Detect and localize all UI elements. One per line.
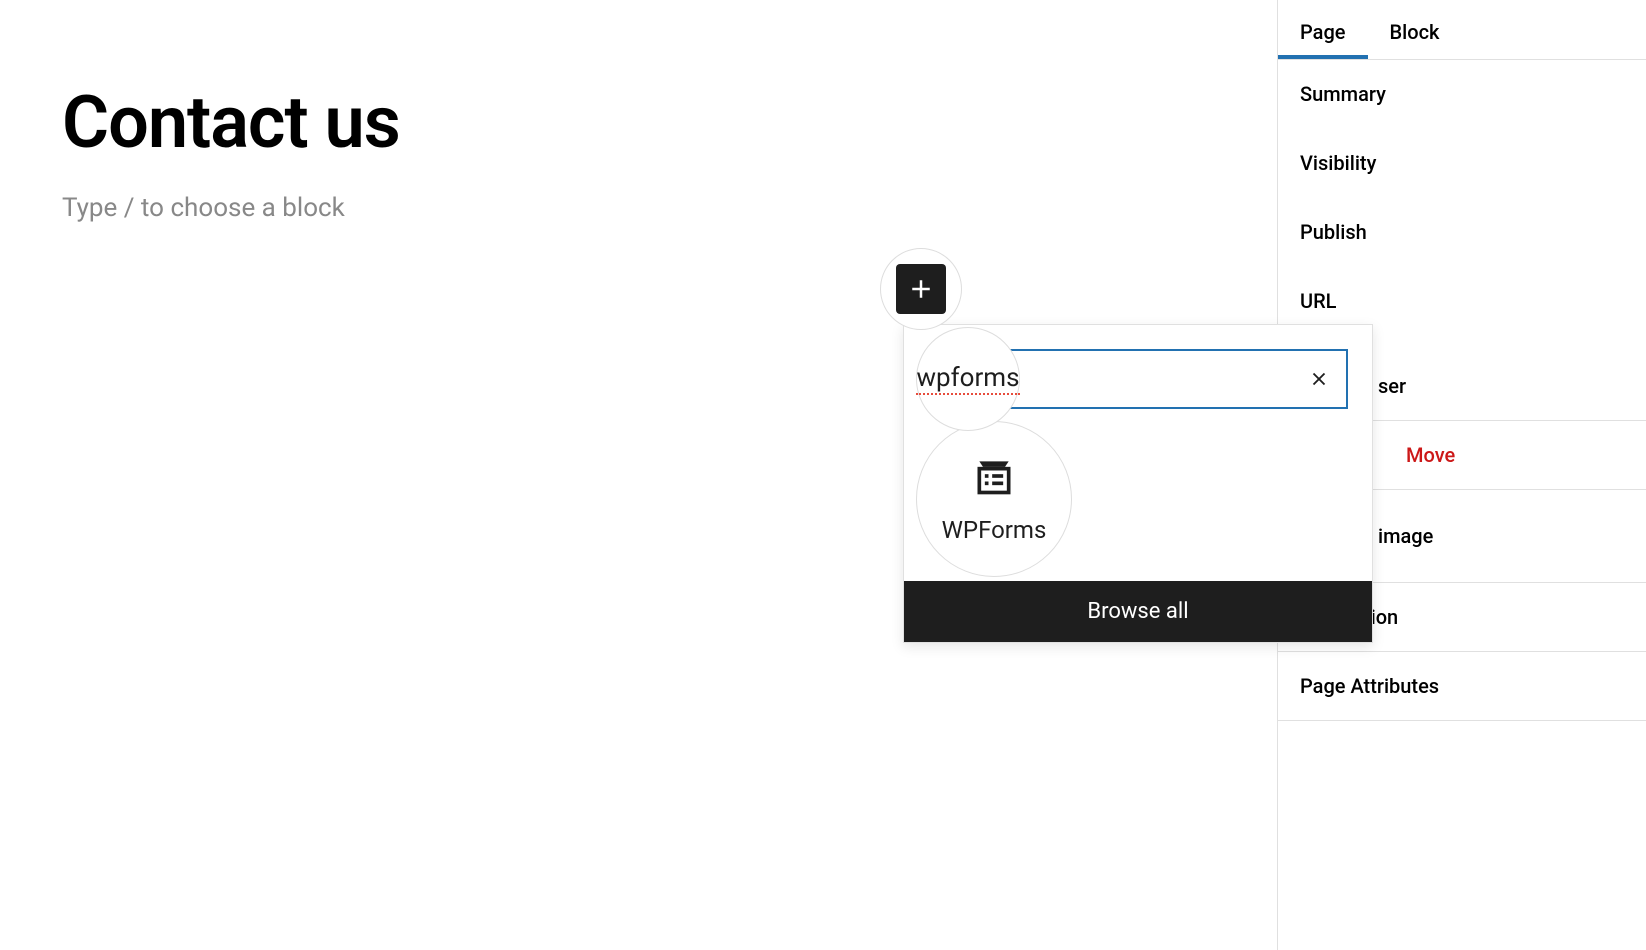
wpforms-icon: [972, 454, 1016, 498]
block-placeholder-text[interactable]: Type / to choose a block: [62, 193, 1215, 223]
tab-page[interactable]: Page: [1278, 0, 1368, 59]
plus-icon: [906, 274, 936, 304]
sidebar-tabs: Page Block: [1278, 0, 1646, 60]
add-block-circle: [880, 248, 962, 330]
block-result-label: WPForms: [942, 516, 1047, 544]
panel-summary[interactable]: Summary: [1278, 60, 1646, 129]
add-block-trigger[interactable]: [880, 248, 962, 330]
block-results: WPForms: [904, 427, 1372, 581]
panel-visibility[interactable]: Visibility: [1278, 129, 1646, 198]
search-input-value: wpforms: [916, 363, 1019, 395]
search-text-highlight: wpforms: [916, 327, 1020, 431]
block-picker-popover: wpforms WPForms Browse all: [903, 324, 1373, 643]
panel-page-attributes[interactable]: Page Attributes: [1278, 652, 1646, 721]
clear-search-button[interactable]: [1308, 367, 1330, 397]
block-search-row: wpforms: [904, 325, 1372, 427]
browse-all-button[interactable]: Browse all: [904, 581, 1372, 642]
add-block-button[interactable]: [896, 264, 946, 314]
page-title[interactable]: Contact us: [62, 80, 1215, 165]
block-result-wpforms[interactable]: WPForms: [916, 421, 1072, 577]
panel-publish[interactable]: Publish: [1278, 198, 1646, 267]
close-icon: [1308, 368, 1330, 390]
tab-block[interactable]: Block: [1368, 0, 1462, 59]
